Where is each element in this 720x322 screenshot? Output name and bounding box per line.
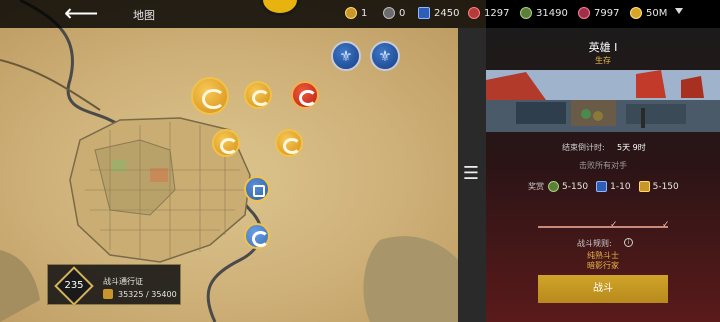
- battle-marker-selected[interactable]: [191, 77, 229, 115]
- gold-token-icon: [345, 7, 357, 19]
- enemy-marker-blue-1[interactable]: [331, 41, 361, 71]
- gear-reward-icon: [548, 181, 559, 192]
- rewards-label: 奖赏: [528, 182, 544, 191]
- info-icon[interactable]: i: [624, 238, 633, 247]
- emblem-icon: [260, 0, 300, 16]
- reward-track: [538, 226, 668, 228]
- rank-icon: [103, 289, 113, 299]
- resource-value: 7997: [594, 7, 620, 19]
- event-subtitle: 生存: [595, 56, 611, 65]
- enemy-marker-blue-2[interactable]: [370, 41, 400, 71]
- resource-value: 50M: [646, 7, 668, 19]
- resource-value: 2450: [434, 7, 460, 19]
- rule-item: 暗影行家: [587, 261, 619, 270]
- checkmark-icon: ✓: [610, 220, 618, 230]
- battle-marker-gold-3[interactable]: [275, 129, 303, 157]
- top-bar: ⟵ 地图 1 0 2450 1297 31490 7997 50M: [0, 0, 720, 28]
- coast-area: [0, 250, 40, 322]
- resource-value: 31490: [536, 7, 568, 19]
- crimson-gem-icon: [578, 7, 590, 19]
- reward-item: 1-10: [596, 181, 631, 192]
- event-panel: 英雄 I 生存 结束倒计时: 5天 9时 击败所有对手 奖赏 5-150 1-1…: [486, 28, 720, 322]
- resource-silver-token[interactable]: 0: [383, 7, 405, 19]
- ring-marker[interactable]: [244, 223, 270, 249]
- resource-value: 1297: [484, 7, 510, 19]
- countdown-label: 结束倒计时:: [562, 143, 605, 152]
- battle-pass-progress-text: 35325 / 35400: [118, 289, 177, 299]
- page-title: 地图: [133, 9, 155, 22]
- objective-text: 击败所有对手: [579, 161, 627, 170]
- resource-green-gear[interactable]: 31490: [520, 7, 568, 19]
- fight-button[interactable]: 战斗: [538, 275, 668, 303]
- reward-item: 5-150: [638, 181, 679, 192]
- card-reward-icon: [596, 181, 608, 192]
- resource-value: 0: [399, 7, 406, 19]
- resource-blue-card[interactable]: 2450: [418, 7, 459, 19]
- rank-reward-icon: [638, 181, 650, 192]
- reward-value: 5-150: [652, 181, 679, 192]
- marsh-area: [363, 236, 458, 322]
- red-orb-icon: [468, 7, 480, 19]
- battle-marker-red[interactable]: [291, 81, 319, 109]
- chevron-down-icon[interactable]: [675, 8, 683, 14]
- checkmark-icon: ✓: [662, 220, 670, 230]
- battle-pass-level: 235: [64, 280, 84, 291]
- resource-coin[interactable]: 50M: [630, 7, 667, 19]
- collapse-panel-icon[interactable]: ☰: [461, 164, 481, 184]
- card-marker[interactable]: [244, 176, 270, 202]
- back-arrow-icon[interactable]: ⟵: [64, 1, 98, 25]
- event-banner-image: [486, 70, 720, 132]
- battle-marker-gold-1[interactable]: [244, 81, 272, 109]
- silver-token-icon: [383, 7, 395, 19]
- battle-pass-progress: 35325 / 35400: [103, 289, 177, 299]
- battle-marker-gold-2[interactable]: [212, 129, 240, 157]
- resource-crimson-gem[interactable]: 7997: [578, 7, 619, 19]
- reward-item: 5-150: [548, 181, 588, 192]
- event-title: 英雄 I: [588, 41, 618, 54]
- coin-icon: [630, 7, 642, 19]
- harbor-illustration: [486, 70, 720, 132]
- battle-pass-title: 战斗通行证: [103, 277, 143, 286]
- green-gear-icon: [520, 7, 532, 19]
- resource-red-orb[interactable]: 1297: [468, 7, 509, 19]
- blue-card-icon: [418, 7, 430, 19]
- resource-gold-token[interactable]: 1: [345, 7, 367, 19]
- reward-value: 1-10: [610, 181, 631, 192]
- reward-value: 5-150: [562, 181, 589, 192]
- rewards-row: 奖赏 5-150 1-10 5-150: [528, 181, 687, 192]
- road-path: [0, 59, 101, 111]
- resource-value: 1: [361, 7, 368, 19]
- countdown-value: 5天 9时: [617, 143, 646, 152]
- rules-label: 战斗规则:: [577, 239, 612, 248]
